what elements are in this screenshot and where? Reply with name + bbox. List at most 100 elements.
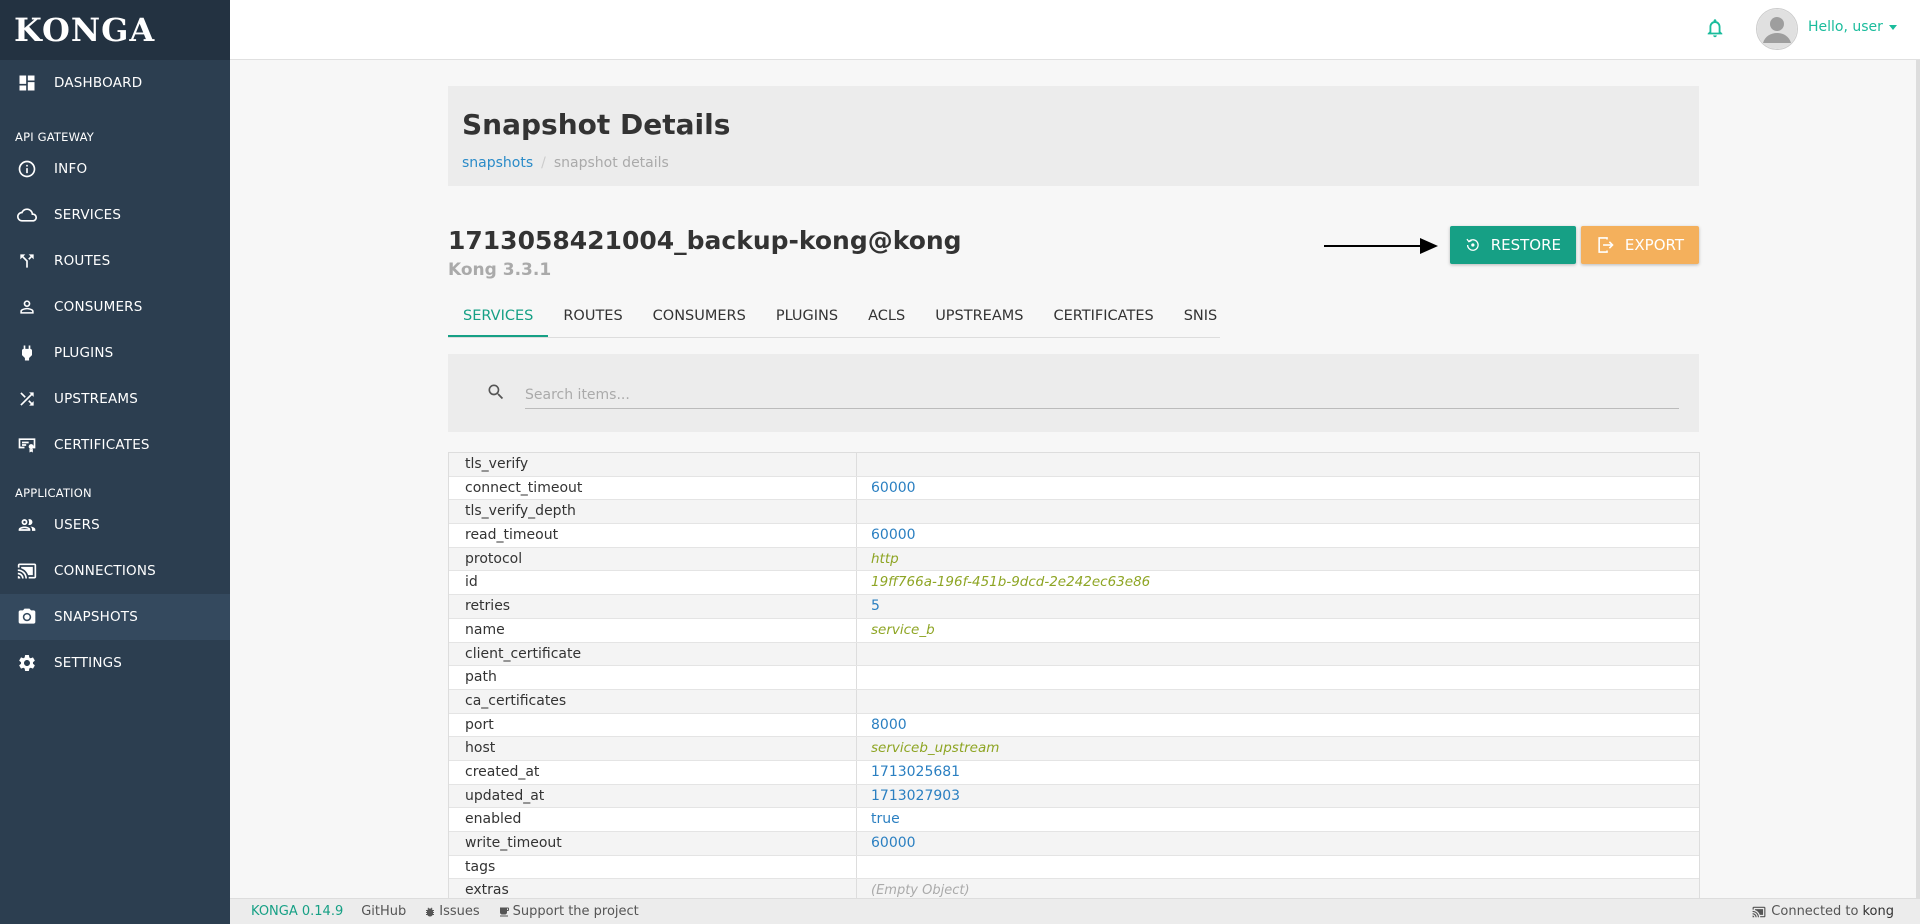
row-value	[857, 856, 1699, 879]
tab-acls[interactable]: ACLS	[853, 296, 920, 337]
row-key: write_timeout	[449, 832, 857, 855]
table-row: write_timeout 60000	[449, 832, 1699, 856]
footer-version[interactable]: KONGA 0.14.9	[251, 904, 343, 919]
sidebar: KONGA DASHBOARD API GATEWAY INFO SERVICE…	[0, 0, 230, 924]
table-row: connect_timeout 60000	[449, 476, 1699, 501]
sidebar-item-connections[interactable]: CONNECTIONS	[0, 548, 230, 594]
page-scrollbar[interactable]	[1916, 60, 1920, 898]
sidebar-item-label: SERVICES	[54, 207, 122, 223]
support-label: Support the project	[512, 904, 639, 919]
sidebar-item-info[interactable]: INFO	[0, 146, 230, 192]
row-value: 60000	[871, 479, 916, 496]
tab-routes[interactable]: ROUTES	[548, 296, 637, 337]
row-value: 1713027903	[871, 787, 961, 804]
row-key: host	[449, 737, 857, 760]
camera-icon	[16, 606, 38, 628]
row-value	[857, 690, 1699, 713]
breadcrumb-link-snapshots[interactable]: snapshots	[462, 155, 533, 171]
bug-icon	[426, 907, 435, 916]
plug-icon	[16, 342, 38, 364]
connected-label: Connected to	[1771, 904, 1859, 919]
sidebar-item-users[interactable]: USERS	[0, 502, 230, 548]
tab-snis[interactable]: SNIS	[1169, 296, 1233, 337]
person-icon	[16, 296, 38, 318]
table-row: ca_certificates	[449, 689, 1699, 714]
user-menu[interactable]: Hello, user	[1808, 19, 1897, 35]
tab-upstreams[interactable]: UPSTREAMS	[920, 296, 1038, 337]
brand-text: KONGA	[14, 11, 156, 49]
table-row: read_timeout 60000	[449, 524, 1699, 548]
row-key: read_timeout	[449, 524, 857, 547]
table-row: retries 5	[449, 595, 1699, 619]
row-key: protocol	[449, 547, 857, 571]
coffee-icon	[499, 907, 509, 916]
sidebar-item-label: SETTINGS	[54, 655, 123, 671]
sidebar-item-label: UPSTREAMS	[54, 391, 138, 407]
snapshot-version: Kong 3.3.1	[448, 260, 552, 280]
sidebar-item-label: DASHBOARD	[54, 75, 143, 91]
sidebar-item-certificates[interactable]: CERTIFICATES	[0, 422, 230, 468]
info-icon	[16, 158, 38, 180]
page-title: Snapshot Details	[462, 108, 731, 141]
breadcrumb: snapshots / snapshot details	[462, 155, 1685, 171]
tab-plugins[interactable]: PLUGINS	[761, 296, 853, 337]
row-value	[857, 643, 1699, 666]
sidebar-item-routes[interactable]: ROUTES	[0, 238, 230, 284]
sidebar-item-settings[interactable]: SETTINGS	[0, 640, 230, 686]
github-label: GitHub	[361, 904, 407, 919]
table-row: id 19ff766a-196f-451b-9dcd-2e242ec63e86	[449, 571, 1699, 596]
tabs: SERVICES ROUTES CONSUMERS PLUGINS ACLS U…	[448, 296, 1220, 338]
row-value: true	[871, 811, 900, 828]
row-key: client_certificate	[449, 642, 857, 666]
cloud-icon	[16, 204, 38, 226]
brand-logo[interactable]: KONGA	[0, 0, 230, 60]
row-key: retries	[449, 595, 857, 618]
topbar: Hello, user	[230, 0, 1920, 60]
row-key: port	[449, 713, 857, 737]
sidebar-item-plugins[interactable]: PLUGINS	[0, 330, 230, 376]
tab-services[interactable]: SERVICES	[448, 296, 549, 337]
footer-support-link[interactable]: Support the project	[498, 904, 639, 919]
breadcrumb-separator: /	[541, 155, 546, 171]
row-value: 8000	[871, 716, 907, 733]
footer-issues-link[interactable]: Issues	[424, 904, 480, 919]
footer-github-link[interactable]: GitHub	[361, 904, 406, 919]
bell-icon[interactable]	[1704, 17, 1728, 41]
table-row: client_certificate	[449, 642, 1699, 667]
table-row: protocol http	[449, 547, 1699, 572]
sidebar-item-label: CONSUMERS	[54, 299, 143, 315]
search-input[interactable]	[525, 381, 1679, 409]
main-content: Snapshot Details snapshots / snapshot deta…	[448, 86, 1700, 905]
export-button[interactable]: EXPORT	[1581, 226, 1699, 264]
sidebar-item-consumers[interactable]: CONSUMERS	[0, 284, 230, 330]
cast-connected-icon	[1752, 906, 1766, 917]
cast-icon	[16, 560, 38, 582]
table-row: name service_b	[449, 618, 1699, 643]
issues-label: Issues	[439, 904, 480, 919]
avatar[interactable]	[1756, 8, 1798, 50]
snapshot-name: 1713058421004_backup-kong@kong	[448, 226, 962, 255]
row-value: 19ff766a-196f-451b-9dcd-2e242ec63e86	[871, 574, 1151, 591]
sidebar-item-label: SNAPSHOTS	[54, 609, 139, 625]
row-key: updated_at	[449, 784, 857, 808]
sidebar-item-label: ROUTES	[54, 253, 111, 269]
shuffle-icon	[16, 388, 38, 410]
arrow-annotation	[1324, 238, 1438, 254]
row-value	[857, 500, 1699, 523]
sidebar-item-services[interactable]: SERVICES	[0, 192, 230, 238]
sidebar-item-label: CONNECTIONS	[54, 563, 156, 579]
sidebar-item-dashboard[interactable]: DASHBOARD	[0, 60, 230, 106]
section-application: APPLICATION	[15, 486, 92, 500]
tab-consumers[interactable]: CONSUMERS	[638, 296, 761, 337]
row-key: created_at	[449, 760, 857, 784]
sidebar-item-upstreams[interactable]: UPSTREAMS	[0, 376, 230, 422]
connected-node: kong	[1862, 904, 1894, 919]
row-value	[857, 666, 1699, 689]
row-key: tls_verify	[449, 453, 857, 476]
sidebar-item-snapshots[interactable]: SNAPSHOTS	[0, 594, 230, 640]
tab-certificates[interactable]: CERTIFICATES	[1038, 296, 1168, 337]
page-header: Snapshot Details snapshots / snapshot deta…	[448, 86, 1699, 186]
restore-button[interactable]: RESTORE	[1450, 226, 1576, 264]
export-label: EXPORT	[1624, 236, 1684, 254]
breadcrumb-current: snapshot details	[553, 155, 669, 171]
